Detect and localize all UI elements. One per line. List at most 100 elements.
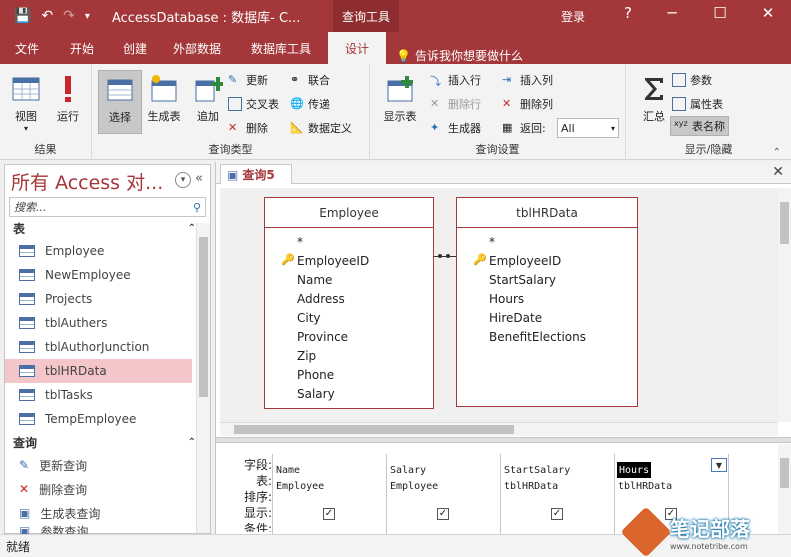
shutter-bar-icon[interactable]: « <box>195 171 203 186</box>
customize-icon[interactable]: ▾ <box>85 11 90 22</box>
field-item[interactable]: * <box>265 232 433 251</box>
maximize-button[interactable]: ☐ <box>702 4 738 22</box>
tab-create[interactable]: 创建 <box>110 32 160 64</box>
run-button[interactable]: 运行 <box>46 70 90 134</box>
field-item[interactable]: Salary <box>265 384 433 403</box>
scroll-thumb[interactable] <box>780 458 789 488</box>
nav-table-item[interactable]: tblAuthers <box>5 311 192 335</box>
tblhrdata-field-list[interactable]: tblHRData * 🔑 EmployeeID StartSalary Hour… <box>456 197 638 407</box>
make-table-button[interactable]: 生成表 <box>142 70 186 134</box>
grid-field-cell[interactable]: Salary <box>389 462 426 478</box>
chevron-down-icon[interactable]: ▼ <box>711 458 727 472</box>
tab-file[interactable]: 文件 <box>0 32 54 64</box>
delete-column-button[interactable]: ✕ 删除列 <box>502 94 553 114</box>
tab-database-tools[interactable]: 数据库工具 <box>234 32 328 64</box>
nav-title[interactable]: 所有 Access 对... <box>11 168 163 195</box>
show-table-button[interactable]: 显示表 <box>376 70 424 134</box>
nav-table-item[interactable]: Projects <box>5 287 192 311</box>
scroll-thumb[interactable] <box>780 202 789 244</box>
nav-section-queries[interactable]: 查询 ⌃ <box>5 431 210 453</box>
tab-home[interactable]: 开始 <box>54 32 110 64</box>
nav-table-item-selected[interactable]: tblHRData <box>5 359 192 383</box>
grid-table-cell[interactable]: tblHRData <box>617 478 672 494</box>
tab-query5[interactable]: ▣ 查询5 <box>220 164 292 184</box>
nav-table-item[interactable]: tblAuthorJunction <box>5 335 192 359</box>
grid-field-cell[interactable]: Name <box>275 462 300 478</box>
help-button[interactable]: ? <box>610 4 646 22</box>
grid-field-cell-selected[interactable]: Hours <box>617 462 652 478</box>
pane-splitter[interactable] <box>216 437 791 443</box>
field-item[interactable]: Hours <box>457 289 637 308</box>
append-button[interactable]: 追加 <box>186 70 230 134</box>
grid-table-cell[interactable]: Employee <box>389 478 438 494</box>
grid-table-cell[interactable]: tblHRData <box>503 478 558 494</box>
nav-scrollbar[interactable] <box>196 223 210 533</box>
field-list-title[interactable]: Employee <box>265 198 433 228</box>
select-query-button[interactable]: 选择 <box>98 70 142 134</box>
design-vertical-scrollbar[interactable] <box>778 188 791 422</box>
employee-field-list[interactable]: Employee * 🔑 EmployeeID Name Address City… <box>264 197 434 409</box>
field-item[interactable]: BenefitElections <box>457 327 637 346</box>
login-link[interactable]: 登录 <box>561 8 585 25</box>
field-item[interactable]: * <box>457 232 637 251</box>
field-item[interactable]: Address <box>265 289 433 308</box>
data-definition-label: 数据定义 <box>308 122 352 135</box>
view-button[interactable]: 视图 ▾ <box>4 70 48 134</box>
parameters-button[interactable]: 参数 <box>672 70 712 90</box>
nav-query-item[interactable]: ✕ 删除查询 <box>5 477 192 501</box>
grid-field-cell[interactable]: StartSalary <box>503 462 570 478</box>
data-definition-button[interactable]: 📐 数据定义 <box>290 118 352 138</box>
nav-query-item[interactable]: ▣ 生成表查询 <box>5 501 192 525</box>
field-item[interactable]: HireDate <box>457 308 637 327</box>
nav-scroll-thumb[interactable] <box>199 237 208 397</box>
field-item[interactable]: StartSalary <box>457 270 637 289</box>
insert-row-button[interactable]: ⤵ 插入行 <box>430 70 481 90</box>
union-button[interactable]: ⚭ 联合 <box>290 70 330 90</box>
tell-me-box[interactable]: 💡 告诉我你想要做什么 <box>396 47 523 64</box>
collapse-ribbon-icon[interactable]: ⌃ <box>773 147 781 158</box>
grid-table-cell[interactable]: Employee <box>275 478 324 494</box>
save-icon[interactable]: 💾 <box>14 8 31 24</box>
show-checkbox[interactable]: ✓ <box>551 508 563 520</box>
field-list-title[interactable]: tblHRData <box>457 198 637 228</box>
crosstab-button[interactable]: 交叉表 <box>228 94 279 114</box>
pass-through-button[interactable]: 🌐 传递 <box>290 94 330 114</box>
delete-query-button[interactable]: ✕ 删除 <box>228 118 268 138</box>
nav-query-item[interactable]: ✎ 更新查询 <box>5 453 192 477</box>
nav-menu-icon[interactable]: ▾ <box>175 172 191 188</box>
builder-button[interactable]: ✦ 生成器 <box>430 118 481 138</box>
field-item[interactable]: Province <box>265 327 433 346</box>
undo-icon[interactable]: ↶ <box>41 8 53 24</box>
delete-row-button[interactable]: ✕ 删除行 <box>430 94 481 114</box>
redo-icon[interactable]: ↷ <box>63 8 75 24</box>
table-names-button[interactable]: xyz 表名称 <box>670 116 729 136</box>
field-item[interactable]: City <box>265 308 433 327</box>
nav-section-tables[interactable]: 表 ⌃ <box>5 217 210 239</box>
field-item-key[interactable]: 🔑 EmployeeID <box>265 251 433 270</box>
field-item[interactable]: Phone <box>265 365 433 384</box>
tab-design[interactable]: 设计 <box>328 32 386 64</box>
field-item-key[interactable]: 🔑 EmployeeID <box>457 251 637 270</box>
field-item[interactable]: Name <box>265 270 433 289</box>
design-horizontal-scrollbar[interactable] <box>220 422 778 436</box>
update-button[interactable]: ✎ 更新 <box>228 70 268 90</box>
show-checkbox[interactable]: ✓ <box>323 508 335 520</box>
nav-table-item[interactable]: TempEmployee <box>5 407 192 431</box>
nav-search-input[interactable]: 搜索... ⚲ <box>9 197 206 217</box>
group-label-show-hide: 显示/隐藏 <box>684 143 733 156</box>
close-button[interactable]: ✕ <box>750 4 786 22</box>
tab-external-data[interactable]: 外部数据 <box>160 32 234 64</box>
show-checkbox[interactable]: ✓ <box>437 508 449 520</box>
nav-table-item[interactable]: tblTasks <box>5 383 192 407</box>
scroll-thumb[interactable] <box>234 425 514 434</box>
property-sheet-button[interactable]: 属性表 <box>672 94 723 114</box>
insert-column-button[interactable]: ⇥ 插入列 <box>502 70 553 90</box>
table-icon <box>19 245 35 257</box>
insert-row-icon: ⤵ <box>430 75 441 88</box>
close-document-icon[interactable]: ✕ <box>772 164 784 180</box>
field-item[interactable]: Zip <box>265 346 433 365</box>
return-select[interactable]: All ▾ <box>557 118 619 138</box>
nav-table-item[interactable]: NewEmployee <box>5 263 192 287</box>
nav-table-item[interactable]: Employee <box>5 239 192 263</box>
minimize-button[interactable]: ─ <box>654 4 690 22</box>
